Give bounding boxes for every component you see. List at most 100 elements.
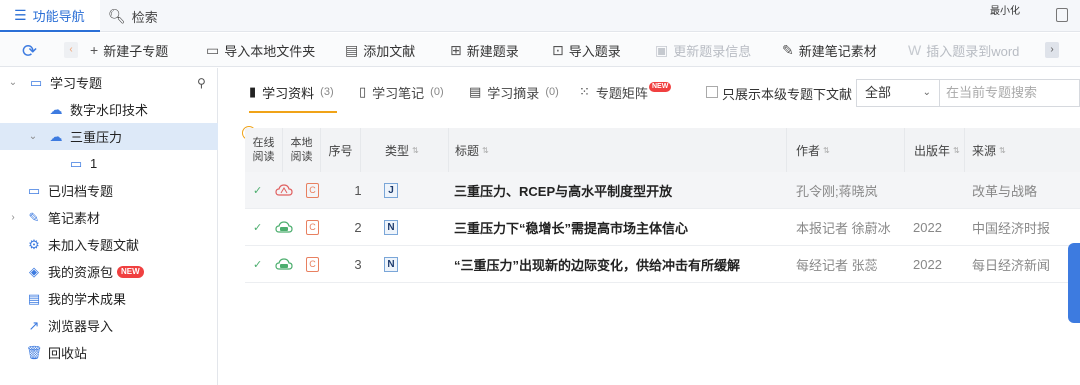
tab-label: 学习摘录 <box>487 85 540 101</box>
row-author: 每经记者 张蕊 <box>796 258 878 273</box>
tab-study-notes[interactable]: ▯ 学习笔记 (0) <box>359 82 444 102</box>
type-journal-icon: J <box>384 183 398 198</box>
update-record-button[interactable]: ▣ 更新题录信息 <box>655 33 751 67</box>
sidebar-item-trash[interactable]: 🗑︎ 回收站 <box>0 339 218 366</box>
window-icon[interactable] <box>1056 8 1068 22</box>
row-title[interactable]: “三重压力”出现新的边际变化，供给冲击有所缓解 <box>454 246 740 283</box>
sort-icon[interactable]: ⇅ <box>953 146 960 155</box>
excerpt-icon: ▤ <box>469 84 482 99</box>
tab-search[interactable]: 🔍︎ 检索 <box>108 0 178 32</box>
sidebar-item-label: 未加入专题文献 <box>48 238 140 253</box>
current-level-checkbox[interactable] <box>706 86 718 98</box>
new-badge: NEW <box>649 82 672 92</box>
main-panel: ▮ 学习资料 (3) ▯ 学习笔记 (0) ▤ 学习摘录 (0) ⁙ 专题矩阵 … <box>219 68 1080 385</box>
new-note-button[interactable]: ✎ 新建笔记素材 <box>782 33 877 67</box>
sidebar-item-achievements[interactable]: ▤ 我的学术成果 <box>0 285 218 312</box>
local-file-icon[interactable]: C <box>306 220 319 235</box>
sidebar-item-label: 浏览器导入 <box>48 319 114 334</box>
scroll-left-icon[interactable]: ‹ <box>64 42 78 58</box>
tab-function-nav[interactable]: ☰ 功能导航 <box>0 0 100 32</box>
new-record-button[interactable]: ⊞ 新建题录 <box>450 33 519 67</box>
xml-cloud-icon[interactable] <box>275 256 293 272</box>
header-title[interactable]: 标题 ⇅ <box>449 128 787 172</box>
sidebar-item-unassigned[interactable]: ⚙ 未加入专题文献 <box>0 231 218 258</box>
header-author[interactable]: 作者 ⇅ <box>787 128 905 172</box>
row-num: 3 <box>354 257 362 272</box>
tab-label: 学习资料 <box>262 85 315 101</box>
sidebar-item-label: 回收站 <box>48 346 88 361</box>
sidebar-item-browser-import[interactable]: ↗ 浏览器导入 <box>0 312 218 339</box>
header-text: 序号 <box>328 143 353 158</box>
import-record-button[interactable]: ⊡ 导入题录 <box>552 33 621 67</box>
sidebar-item-1[interactable]: ▭ 1 <box>0 150 218 177</box>
scroll-right-icon[interactable]: › <box>1045 42 1059 58</box>
note-icon: ✎ <box>28 209 40 225</box>
row-source: 每日经济新闻 <box>972 258 1051 273</box>
insert-word-button[interactable]: W 插入题录到word <box>908 33 1019 67</box>
sidebar-item-resource-pack[interactable]: ◈ 我的资源包 NEW <box>0 258 218 285</box>
folder-icon: ▭ <box>69 155 83 171</box>
local-file-icon[interactable]: C <box>306 183 319 198</box>
row-source: 改革与战略 <box>972 184 1038 199</box>
add-document-button[interactable]: ▤ 添加文献 <box>345 33 415 67</box>
check-icon: ✓ <box>253 259 263 271</box>
row-source: 中国经济时报 <box>972 221 1051 236</box>
chevron-right-icon[interactable]: › <box>8 212 18 223</box>
header-year[interactable]: 出版年 ⇅ <box>905 128 965 172</box>
new-badge: NEW <box>117 265 144 278</box>
header-source[interactable]: 来源 ⇅ <box>965 128 1080 172</box>
tab-study-excerpts[interactable]: ▤ 学习摘录 (0) <box>469 82 559 102</box>
header-num[interactable]: 序号 <box>321 128 361 172</box>
browser-icon: ↗ <box>28 317 40 333</box>
sidebar-item-triple-pressure[interactable]: ⌄ ☁ 三重压力 <box>0 123 218 150</box>
chevron-down-icon[interactable]: ⌄ <box>8 77 18 88</box>
xml-cloud-icon[interactable] <box>275 219 293 235</box>
tab-topic-matrix[interactable]: ⁙ 专题矩阵 <box>579 82 648 102</box>
sidebar-item-archived[interactable]: ▭ 已归档专题 <box>0 177 218 204</box>
button-label: 添加文献 <box>363 43 416 59</box>
header-type[interactable]: 类型 ⇅ <box>361 128 449 172</box>
select-value: 全部 <box>865 85 892 100</box>
tab-study-materials[interactable]: ▮ 学习资料 (3) <box>249 82 334 102</box>
refresh-icon[interactable]: ⟳ <box>22 41 37 62</box>
sidebar-item-watermark[interactable]: ☁ 数字水印技术 <box>0 96 218 123</box>
table-row[interactable]: ✓ C 1 J 三重压力、RCEP与高水平制度型开放 孔令刚;蒋晓岚 改革与战略 <box>245 172 1080 209</box>
new-subtopic-button[interactable]: + 新建子专题 <box>90 33 168 67</box>
plus-icon: + <box>90 42 99 58</box>
row-title[interactable]: 三重压力下“稳增长”需提高市场主体信心 <box>454 209 688 246</box>
add-doc-icon: ▤ <box>345 41 359 58</box>
table-row[interactable]: ✓ C 3 N “三重压力”出现新的边际变化，供给冲击有所缓解 每经记者 张蕊 … <box>245 246 1080 283</box>
cloud-folder-icon: ☁ <box>49 101 63 117</box>
sidebar-item-label: 我的资源包 <box>48 265 114 280</box>
table-row[interactable]: ✓ C 2 N 三重压力下“稳增长”需提高市场主体信心 本报记者 徐蔚冰 202… <box>245 209 1080 246</box>
scope-select[interactable]: 全部 ⌄ <box>856 79 940 107</box>
import-folder-button[interactable]: ▭ 导入本地文件夹 <box>206 33 315 67</box>
active-tab-indicator <box>249 111 337 113</box>
chevron-down-icon: ⌄ <box>922 87 931 98</box>
pdf-cloud-icon[interactable] <box>275 182 293 198</box>
document-icon: ▮ <box>249 84 257 99</box>
header-text: 作者 <box>796 143 821 158</box>
topic-search-input[interactable]: 在当前专题搜索 <box>940 79 1080 107</box>
sidebar-item-label: 已归档专题 <box>48 184 114 199</box>
sidebar-item-label: 三重压力 <box>70 130 123 145</box>
toolbar: ⟳ ‹ + 新建子专题 ▭ 导入本地文件夹 ▤ 添加文献 ⊞ 新建题录 ⊡ 导入… <box>0 33 1080 67</box>
minimize-button[interactable]: 最小化 <box>990 2 1020 17</box>
check-icon: ✓ <box>253 185 263 197</box>
local-file-icon[interactable]: C <box>306 257 319 272</box>
trash-icon: 🗑︎ <box>25 344 43 360</box>
sort-icon[interactable]: ⇅ <box>482 146 489 155</box>
row-title[interactable]: 三重压力、RCEP与高水平制度型开放 <box>454 172 672 209</box>
sidebar-item-study-topics[interactable]: ⌄ ▭ 学习专题 <box>0 69 218 96</box>
tab-count: (3) <box>320 86 334 98</box>
sort-icon[interactable]: ⇅ <box>412 146 419 155</box>
tab-label: 检索 <box>131 9 158 25</box>
sidebar-item-label: 数字水印技术 <box>70 103 149 118</box>
notebook-icon: ▯ <box>359 84 367 99</box>
word-icon: W <box>908 42 922 58</box>
sidebar-item-notes[interactable]: › ✎ 笔记素材 <box>0 204 218 231</box>
sort-icon[interactable]: ⇅ <box>823 146 830 155</box>
chevron-down-icon[interactable]: ⌄ <box>28 131 38 142</box>
side-panel-toggle[interactable] <box>1068 243 1080 323</box>
sort-icon[interactable]: ⇅ <box>999 146 1006 155</box>
